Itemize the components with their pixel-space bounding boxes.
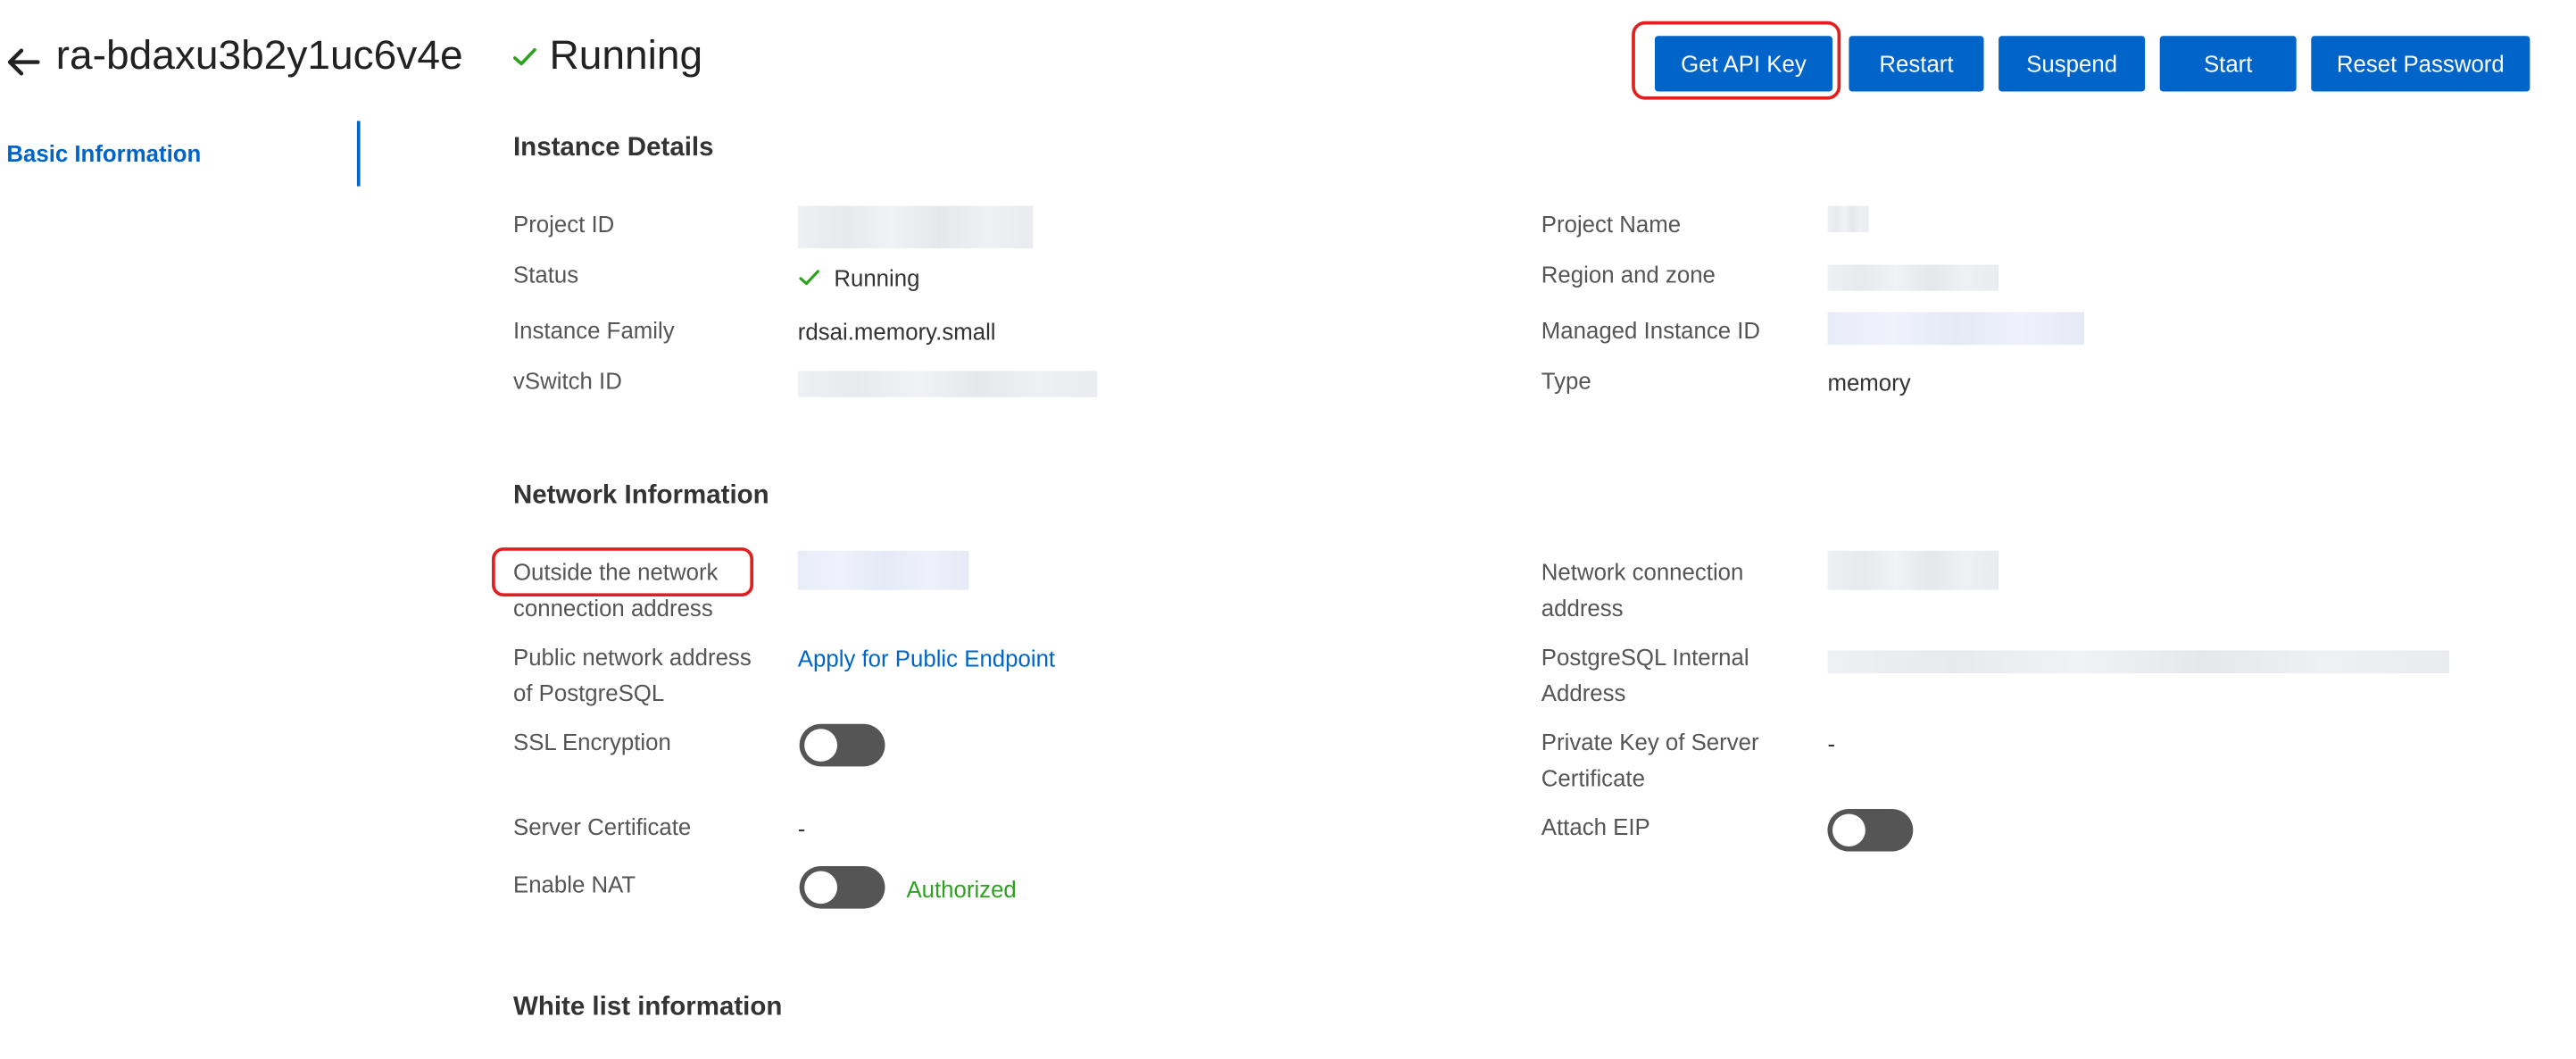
network-connection-address-value-redacted: [1827, 550, 1999, 590]
private-key-label-line1: Private Key of Server: [1541, 729, 1759, 755]
status-check-icon: [799, 270, 819, 286]
running-check-icon: [512, 47, 536, 66]
status-label: Status: [512, 261, 579, 288]
region-zone-value-redacted: [1827, 264, 1999, 291]
toggle-knob: [804, 729, 838, 762]
vswitch-id-value-redacted: [797, 371, 1098, 397]
outside-address-value-redacted: [797, 550, 969, 590]
attach-eip-toggle[interactable]: [1827, 808, 1914, 852]
apply-public-endpoint-link[interactable]: Apply for Public Endpoint: [798, 646, 1055, 671]
ssl-encryption-toggle[interactable]: [799, 723, 885, 767]
back-arrow-icon[interactable]: [4, 43, 43, 82]
managed-instance-id-value-redacted: [1827, 312, 2084, 346]
pg-internal-address-label-line1: PostgreSQL Internal: [1541, 644, 1749, 671]
network-connection-address-label-line2: address: [1541, 595, 1624, 621]
managed-instance-id-label: Managed Instance ID: [1541, 317, 1761, 344]
project-id-label: Project ID: [512, 211, 615, 238]
outside-address-label-line2: connection address: [512, 595, 713, 621]
instance-detail-page: ra-bdaxu3b2y1uc6v4e Running Get API Key …: [0, 0, 2576, 1059]
type-label: Type: [1541, 367, 1591, 395]
network-information-title: Network Information: [512, 481, 769, 511]
vswitch-id-label: vSwitch ID: [512, 367, 622, 395]
ssl-encryption-label: SSL Encryption: [512, 729, 671, 755]
pg-internal-address-label-line2: Address: [1541, 680, 1626, 706]
attach-eip-label: Attach EIP: [1541, 813, 1650, 840]
instance-details-title: Instance Details: [512, 134, 714, 163]
pg-internal-address-value-redacted: [1827, 650, 2450, 674]
project-name-label: Project Name: [1541, 211, 1682, 238]
instance-family-value: rdsai.memory.small: [797, 318, 996, 346]
outside-address-label-line1: Outside the network: [512, 558, 719, 586]
private-key-value: -: [1827, 730, 1836, 757]
nat-authorized-status: Authorized: [906, 875, 1017, 903]
enable-nat-toggle[interactable]: [799, 866, 885, 909]
toggle-knob: [1832, 813, 1866, 847]
get-api-key-button[interactable]: Get API Key: [1654, 36, 1832, 92]
instance-name: ra-bdaxu3b2y1uc6v4e: [55, 32, 463, 79]
network-connection-address-label-line1: Network connection: [1541, 558, 1744, 586]
private-key-label-line2: Certificate: [1541, 764, 1645, 791]
suspend-button[interactable]: Suspend: [1998, 36, 2146, 92]
restart-button[interactable]: Restart: [1849, 36, 1984, 92]
public-address-pg-label-line1: Public network address: [512, 644, 752, 671]
instance-status: Running: [549, 32, 703, 79]
public-address-pg-label-line2: of PostgreSQL: [512, 680, 665, 706]
server-certificate-value: -: [797, 815, 806, 842]
instance-family-label: Instance Family: [512, 317, 675, 344]
project-name-value-redacted: [1827, 205, 1869, 232]
toggle-knob: [804, 871, 838, 905]
nav-active-indicator: [356, 121, 361, 187]
start-button[interactable]: Start: [2159, 36, 2297, 92]
region-zone-label: Region and zone: [1541, 261, 1716, 288]
status-value: Running: [834, 264, 920, 291]
reset-password-button[interactable]: Reset Password: [2311, 36, 2530, 92]
nav-basic-information[interactable]: Basic Information: [6, 140, 201, 166]
server-certificate-label: Server Certificate: [512, 813, 692, 840]
type-value: memory: [1827, 369, 1911, 396]
project-id-value-redacted: [797, 205, 1034, 249]
white-list-title: White list information: [512, 993, 783, 1021]
enable-nat-label: Enable NAT: [512, 871, 636, 897]
